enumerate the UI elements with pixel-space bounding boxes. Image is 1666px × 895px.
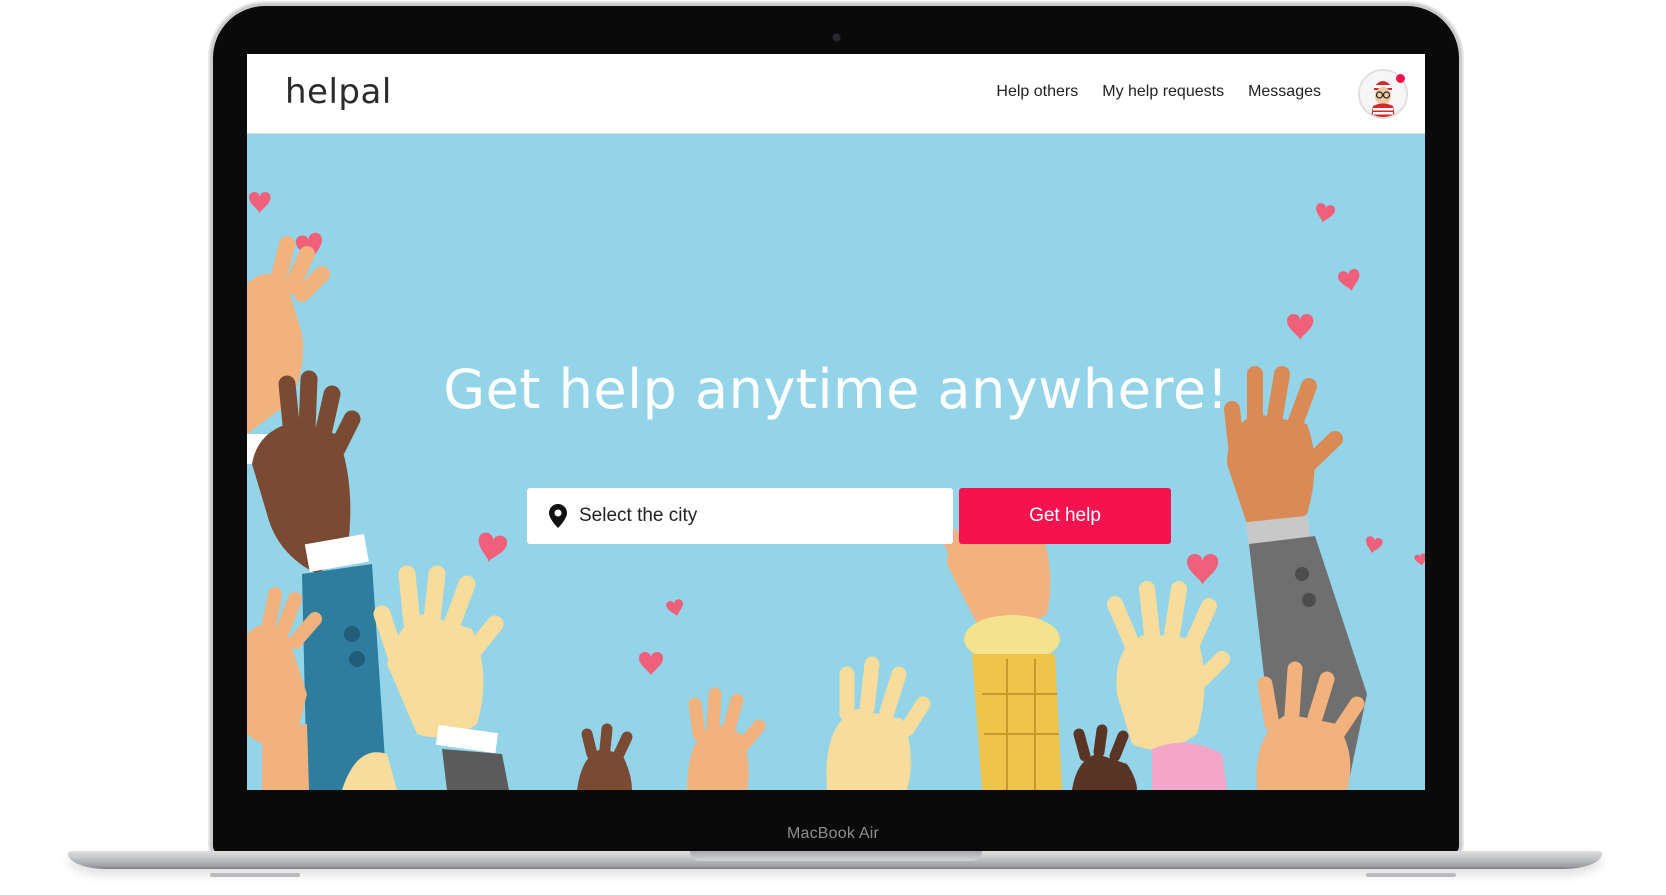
city-select-input[interactable]: Select the city [527,488,953,544]
laptop-model-label: MacBook Air [786,825,879,842]
top-navbar: helpal Help others My help requests Mess… [247,54,1425,134]
laptop-mockup: helpal Help others My help requests Mess… [0,0,1666,895]
browser-screen: helpal Help others My help requests Mess… [247,54,1425,790]
location-pin-icon [549,504,567,528]
city-select-placeholder: Select the city [579,505,698,526]
nav-link-messages[interactable]: Messages [1248,83,1321,101]
nav-links: Help others My help requests Messages [996,83,1321,101]
raised-hands-illustration [247,134,1425,790]
laptop-base-notch [690,851,982,861]
laptop-foot-right [1366,873,1456,877]
notification-dot [1396,74,1405,83]
laptop-foot-left [210,873,300,877]
hero-title: Get help anytime anywhere! [443,358,1229,421]
nav-link-my-help-requests[interactable]: My help requests [1102,83,1224,101]
nav-link-help-others[interactable]: Help others [996,83,1078,101]
brand-logo[interactable]: helpal [285,72,392,112]
hero-section: Get help anytime anywhere! Select the ci… [247,134,1425,790]
camera-icon [833,34,840,41]
get-help-button[interactable]: Get help [959,488,1171,544]
